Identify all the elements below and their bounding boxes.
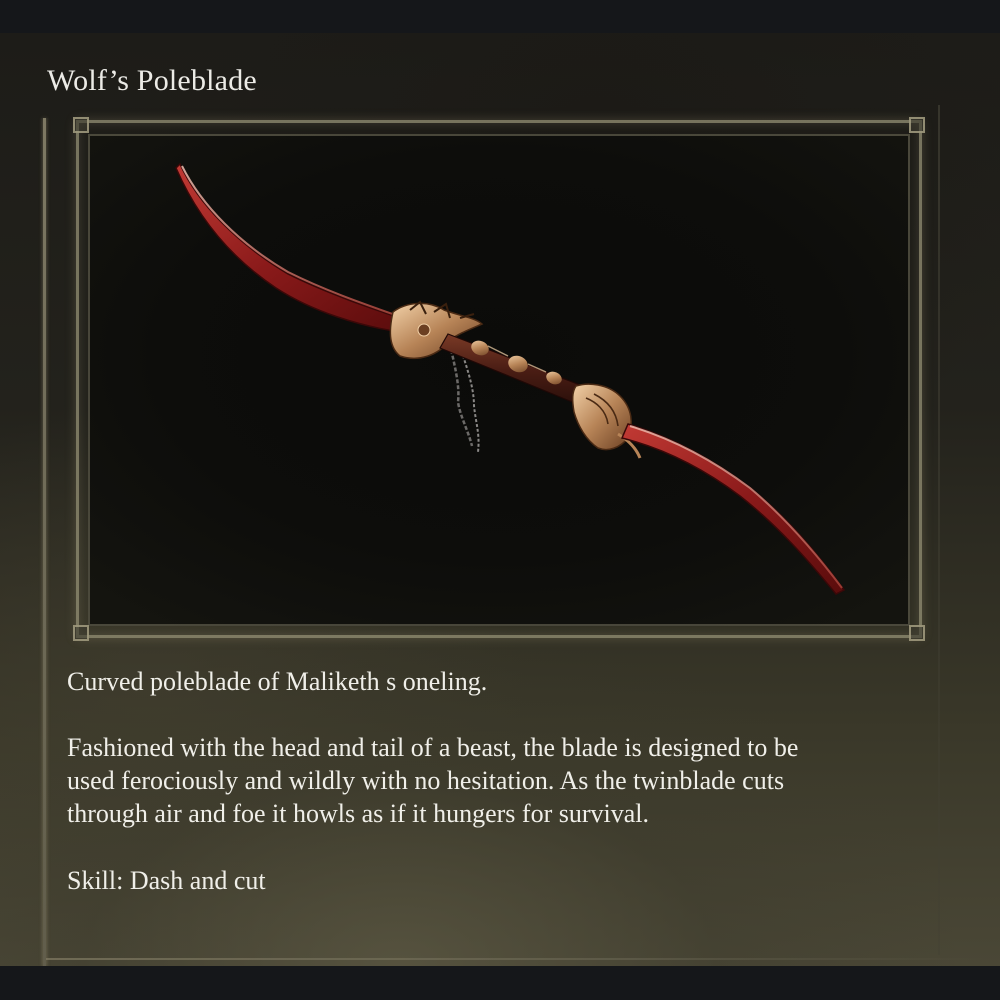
skill-line: Skill: Dash and cut xyxy=(67,866,266,895)
left-rail-divider xyxy=(43,118,46,966)
frame-corner-bottom-left xyxy=(73,625,89,641)
top-letterbox xyxy=(0,0,1000,33)
right-rail-divider xyxy=(938,105,940,955)
bottom-rail-divider xyxy=(46,958,986,960)
frame-corner-top-left xyxy=(73,117,89,133)
red-twinblade-poleblade-icon xyxy=(175,162,846,595)
item-detail-screen: Wolf’s Poleblade Curved poleblade of Mal… xyxy=(0,0,1000,1000)
description-line-3: through air and foe it howls as if it hu… xyxy=(67,799,649,828)
bottom-letterbox xyxy=(0,966,1000,1000)
frame-corner-top-right xyxy=(909,117,925,133)
description-line-2: used ferociously and wildly with no hesi… xyxy=(67,766,785,795)
description-intro: Curved poleblade of Maliketh s oneling. xyxy=(67,667,488,696)
item-title: Wolf’s Poleblade xyxy=(47,64,257,97)
description-line-1: Fashioned with the head and tail of a be… xyxy=(67,733,799,762)
frame-corner-bottom-right xyxy=(909,625,925,641)
